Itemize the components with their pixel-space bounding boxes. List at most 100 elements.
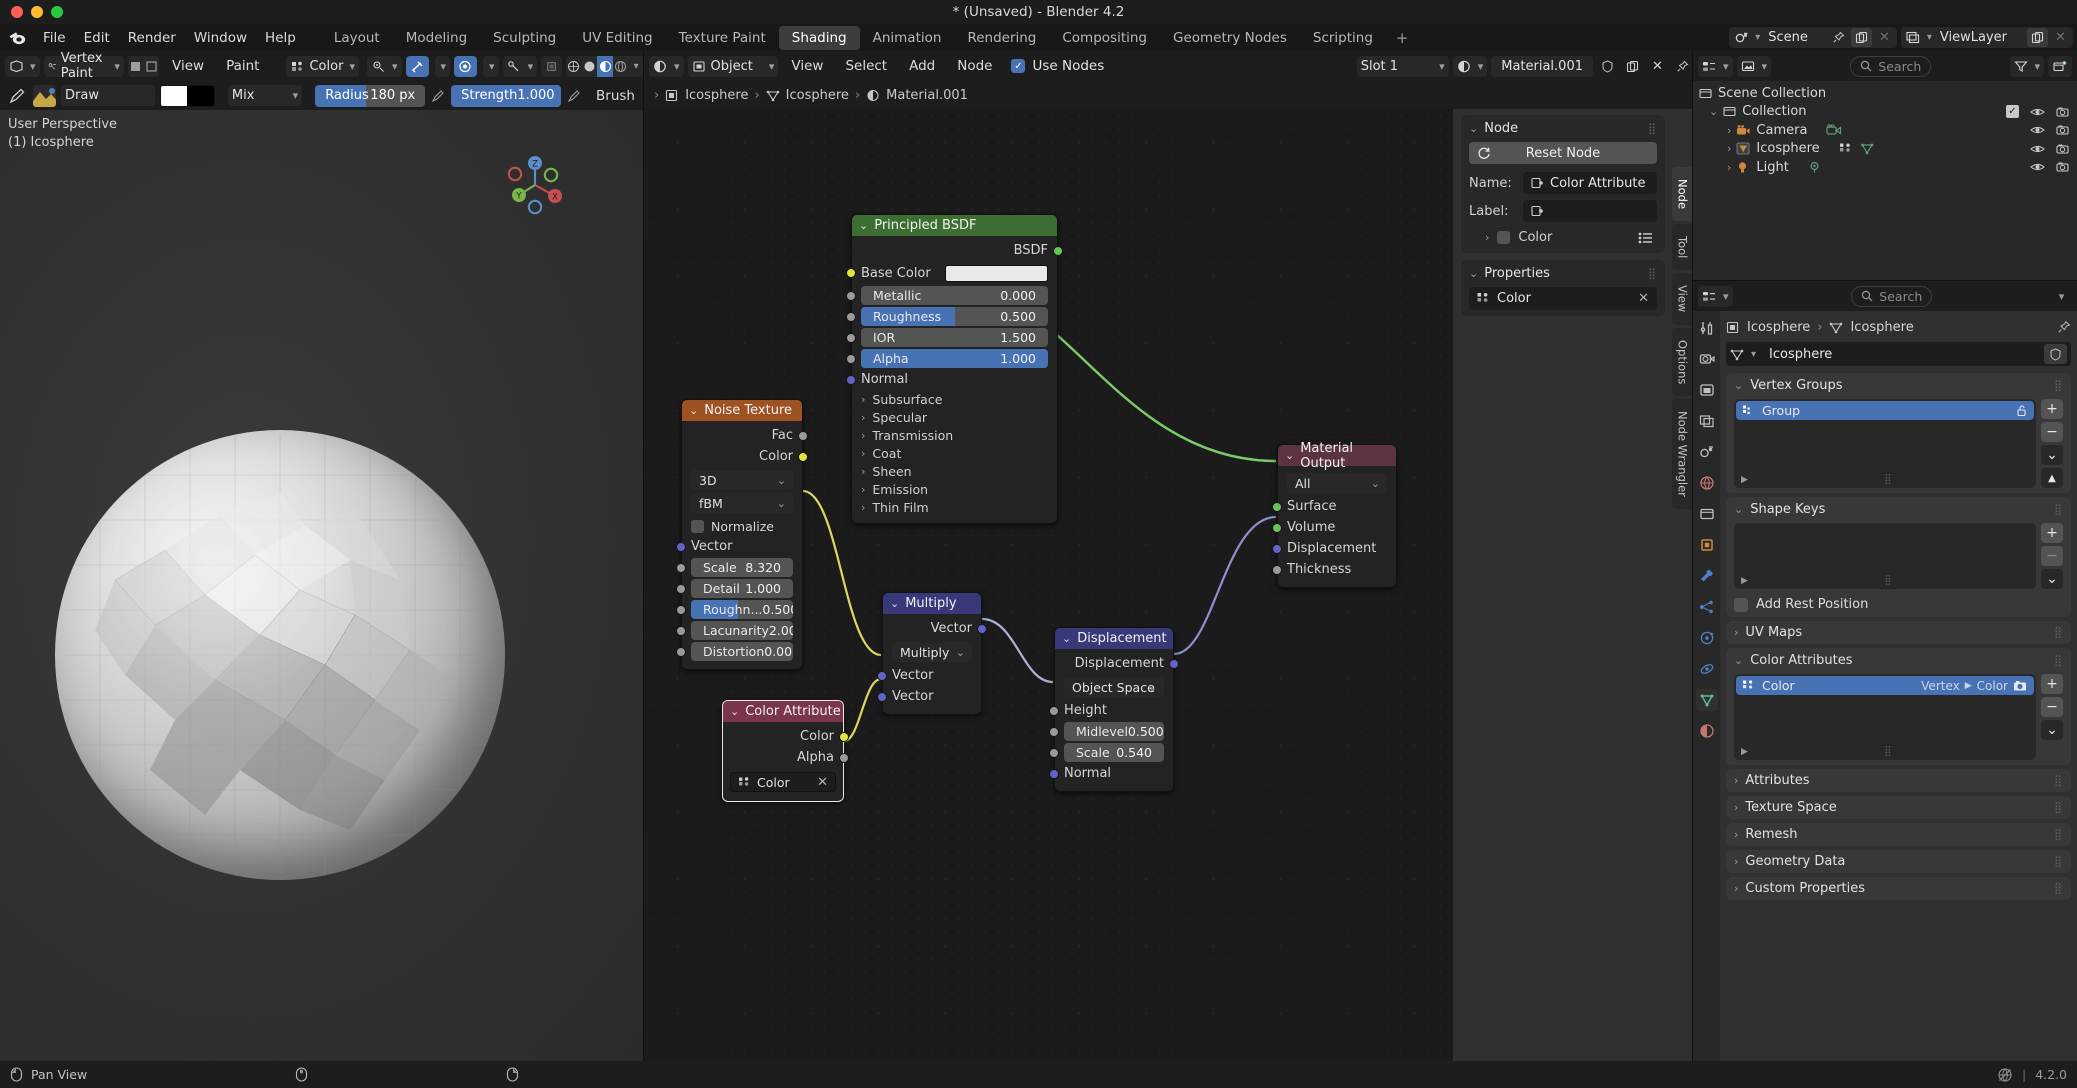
node-header-multiply[interactable]: ⌄ Multiply [883, 593, 981, 614]
color-domain-selector[interactable]: Color ▾ [286, 55, 359, 77]
shading-wireframe-icon[interactable] [566, 56, 582, 77]
noise-dimension-selector[interactable]: 3D ⌄ [691, 470, 793, 490]
properties-tab-render[interactable] [1696, 348, 1718, 370]
vertex-group-specials-button[interactable]: ⌄ [2041, 445, 2063, 465]
collapse-chevron-icon-disp[interactable]: ⌄ [1062, 632, 1071, 645]
node-input-noise-detail[interactable]: Detail 1.000 [676, 578, 802, 599]
socket-bsdf-out[interactable] [1053, 245, 1063, 256]
npanel-color-subpanel[interactable]: › Color [1469, 228, 1657, 247]
socket-alpha[interactable] [846, 353, 856, 364]
properties-breadcrumb-mesh[interactable]: Icosphere [1850, 320, 1913, 335]
npanel-tab-node[interactable]: Node [1672, 167, 1693, 222]
socket-metallic[interactable] [846, 290, 856, 301]
npanel-tab-tool[interactable]: Tool [1672, 224, 1693, 271]
socket-disp-scale[interactable] [1049, 747, 1059, 758]
socket-multiply-vector-2[interactable] [877, 691, 887, 702]
editor-divider-2[interactable] [1692, 51, 1693, 1061]
vertex-group-lock-icon[interactable] [2015, 404, 2028, 417]
npanel-tab-options[interactable]: Options [1672, 327, 1693, 397]
node-input-alpha[interactable]: Alpha 1.000 [846, 348, 1057, 369]
socket-ca-color-out[interactable] [839, 731, 849, 742]
add-shape-key-button[interactable]: + [2041, 523, 2063, 543]
pin-id-icon[interactable] [2057, 320, 2071, 334]
node-header-principled[interactable]: ⌄ Principled BSDF [852, 215, 1057, 236]
node-output-ca-color[interactable]: Color [723, 726, 849, 747]
menu-window[interactable]: Window [185, 28, 256, 48]
remove-shape-key-button[interactable]: − [2041, 546, 2063, 566]
workspace-tab-shading[interactable]: Shading [778, 25, 860, 50]
expand-chevron-light[interactable]: › [1727, 161, 1731, 174]
panel-header-color-attributes[interactable]: ⌄ Color Attributes ⣿ [1734, 653, 2063, 668]
snap-options-chevron[interactable]: ▾ [434, 55, 451, 77]
properties-tab-constraints[interactable] [1696, 658, 1718, 680]
node-header-material-output[interactable]: ⌄ Material Output [1278, 441, 1396, 471]
pivot-point-selector[interactable]: ▾ [366, 55, 402, 77]
node-panel-thin-film[interactable]: › Thin Film [852, 498, 1057, 516]
color-attribute-field[interactable]: Color ✕ [730, 772, 836, 792]
expand-chevron-collection[interactable]: ⌄ [1709, 105, 1718, 118]
icosphere-object[interactable] [55, 430, 505, 880]
node-output-bsdf[interactable]: BSDF [852, 240, 1063, 261]
node-input-volume[interactable]: Volume [1272, 517, 1396, 538]
node-input-disp-scale[interactable]: Scale 0.540 [1049, 742, 1173, 763]
shading-solid-icon[interactable] [582, 56, 598, 77]
vertex-group-item[interactable]: Group [1736, 401, 2034, 420]
node-principled-bsdf[interactable]: ⌄ Principled BSDF BSDF Base Color Metall… [846, 214, 1063, 524]
node-input-ior[interactable]: IOR 1.500 [846, 327, 1057, 348]
shape-key-specials-button[interactable]: ⌄ [2041, 569, 2063, 589]
node-input-base-color[interactable]: Base Color [846, 261, 1057, 285]
brush-primary-color[interactable] [160, 85, 188, 106]
socket-noise-scale[interactable] [676, 562, 686, 573]
expand-filter-icon-3[interactable]: ▶ [1741, 747, 1748, 757]
properties-tab-view-layer[interactable] [1696, 410, 1718, 432]
disable-in-renders-camera-icon[interactable] [2056, 106, 2071, 118]
vertex-mask-icon[interactable] [128, 56, 144, 77]
npanel-attribute-field[interactable]: Color ✕ [1469, 287, 1657, 310]
paint-tool-selector[interactable]: ▾ [502, 55, 538, 77]
socket-mo-displacement[interactable] [1272, 543, 1282, 554]
shape-keys-listbox[interactable]: ▶ ⣿ [1734, 523, 2036, 589]
new-view-layer-icon[interactable] [2027, 28, 2048, 47]
blender-logo-icon[interactable] [6, 28, 28, 48]
add-vertex-group-button[interactable]: + [2041, 399, 2063, 419]
properties-tab-material[interactable] [1696, 720, 1718, 742]
node-input-thickness[interactable]: Thickness [1272, 559, 1396, 580]
use-nodes-checkbox[interactable]: ✓ Use Nodes [1011, 58, 1104, 74]
list-resize-grip-3[interactable]: ⣿ [1884, 746, 1892, 757]
node-material-output[interactable]: ⌄ Material Output All ⌄ Surface Volume D… [1272, 441, 1397, 588]
socket-noise-roughness[interactable] [676, 604, 686, 615]
properties-tab-output[interactable] [1696, 379, 1718, 401]
node-panel-sheen[interactable]: › Sheen [852, 462, 1057, 480]
add-color-attribute-button[interactable]: + [2041, 674, 2063, 694]
socket-ca-alpha-out[interactable] [839, 752, 849, 763]
proportional-editing-icon[interactable] [454, 55, 478, 77]
npanel-label-input[interactable] [1523, 200, 1657, 222]
snap-magnet-icon[interactable] [405, 55, 429, 77]
properties-breadcrumb-object[interactable]: Icosphere [1747, 320, 1810, 335]
camera-data-icon[interactable] [1826, 123, 1843, 137]
radius-slider[interactable]: Radius 180 px [315, 84, 426, 107]
3d-viewport-canvas[interactable] [0, 110, 644, 1061]
properties-tab-scene[interactable] [1696, 441, 1718, 463]
unlink-material-icon[interactable]: ✕ [1647, 57, 1668, 76]
brush-secondary-color[interactable] [187, 85, 214, 106]
face-mask-icon[interactable] [143, 56, 159, 77]
shading-material-preview-icon[interactable] [597, 55, 613, 77]
node-output-fac[interactable]: Fac [682, 425, 808, 446]
shader-type-selector[interactable]: Object ▾ [687, 55, 779, 77]
properties-tab-data[interactable] [1695, 689, 1718, 711]
socket-noise-color-out[interactable] [798, 451, 808, 462]
brush-preview-thumbnail[interactable] [33, 84, 56, 107]
color-attribute-item[interactable]: Color Vertex ▶ Color [1736, 676, 2034, 695]
outliner-display-icon[interactable]: ▾ [1698, 55, 1733, 77]
add-rest-position-checkbox[interactable] [1734, 597, 1748, 612]
editor-type-shader-icon[interactable]: ▾ [649, 55, 684, 77]
light-data-icon[interactable] [1808, 161, 1823, 174]
expand-filter-icon[interactable]: ▶ [1741, 475, 1748, 485]
node-panel-emission[interactable]: › Emission [852, 480, 1057, 498]
fake-user-icon-2[interactable] [2044, 344, 2067, 364]
new-material-icon[interactable] [1622, 57, 1643, 76]
paint-mask-toggle-group[interactable] [127, 55, 160, 77]
panel-header-geometry-data[interactable]: › Geometry Data ⣿ [1734, 854, 2063, 869]
mode-selector[interactable]: Vertex Paint ▾ [43, 51, 124, 81]
